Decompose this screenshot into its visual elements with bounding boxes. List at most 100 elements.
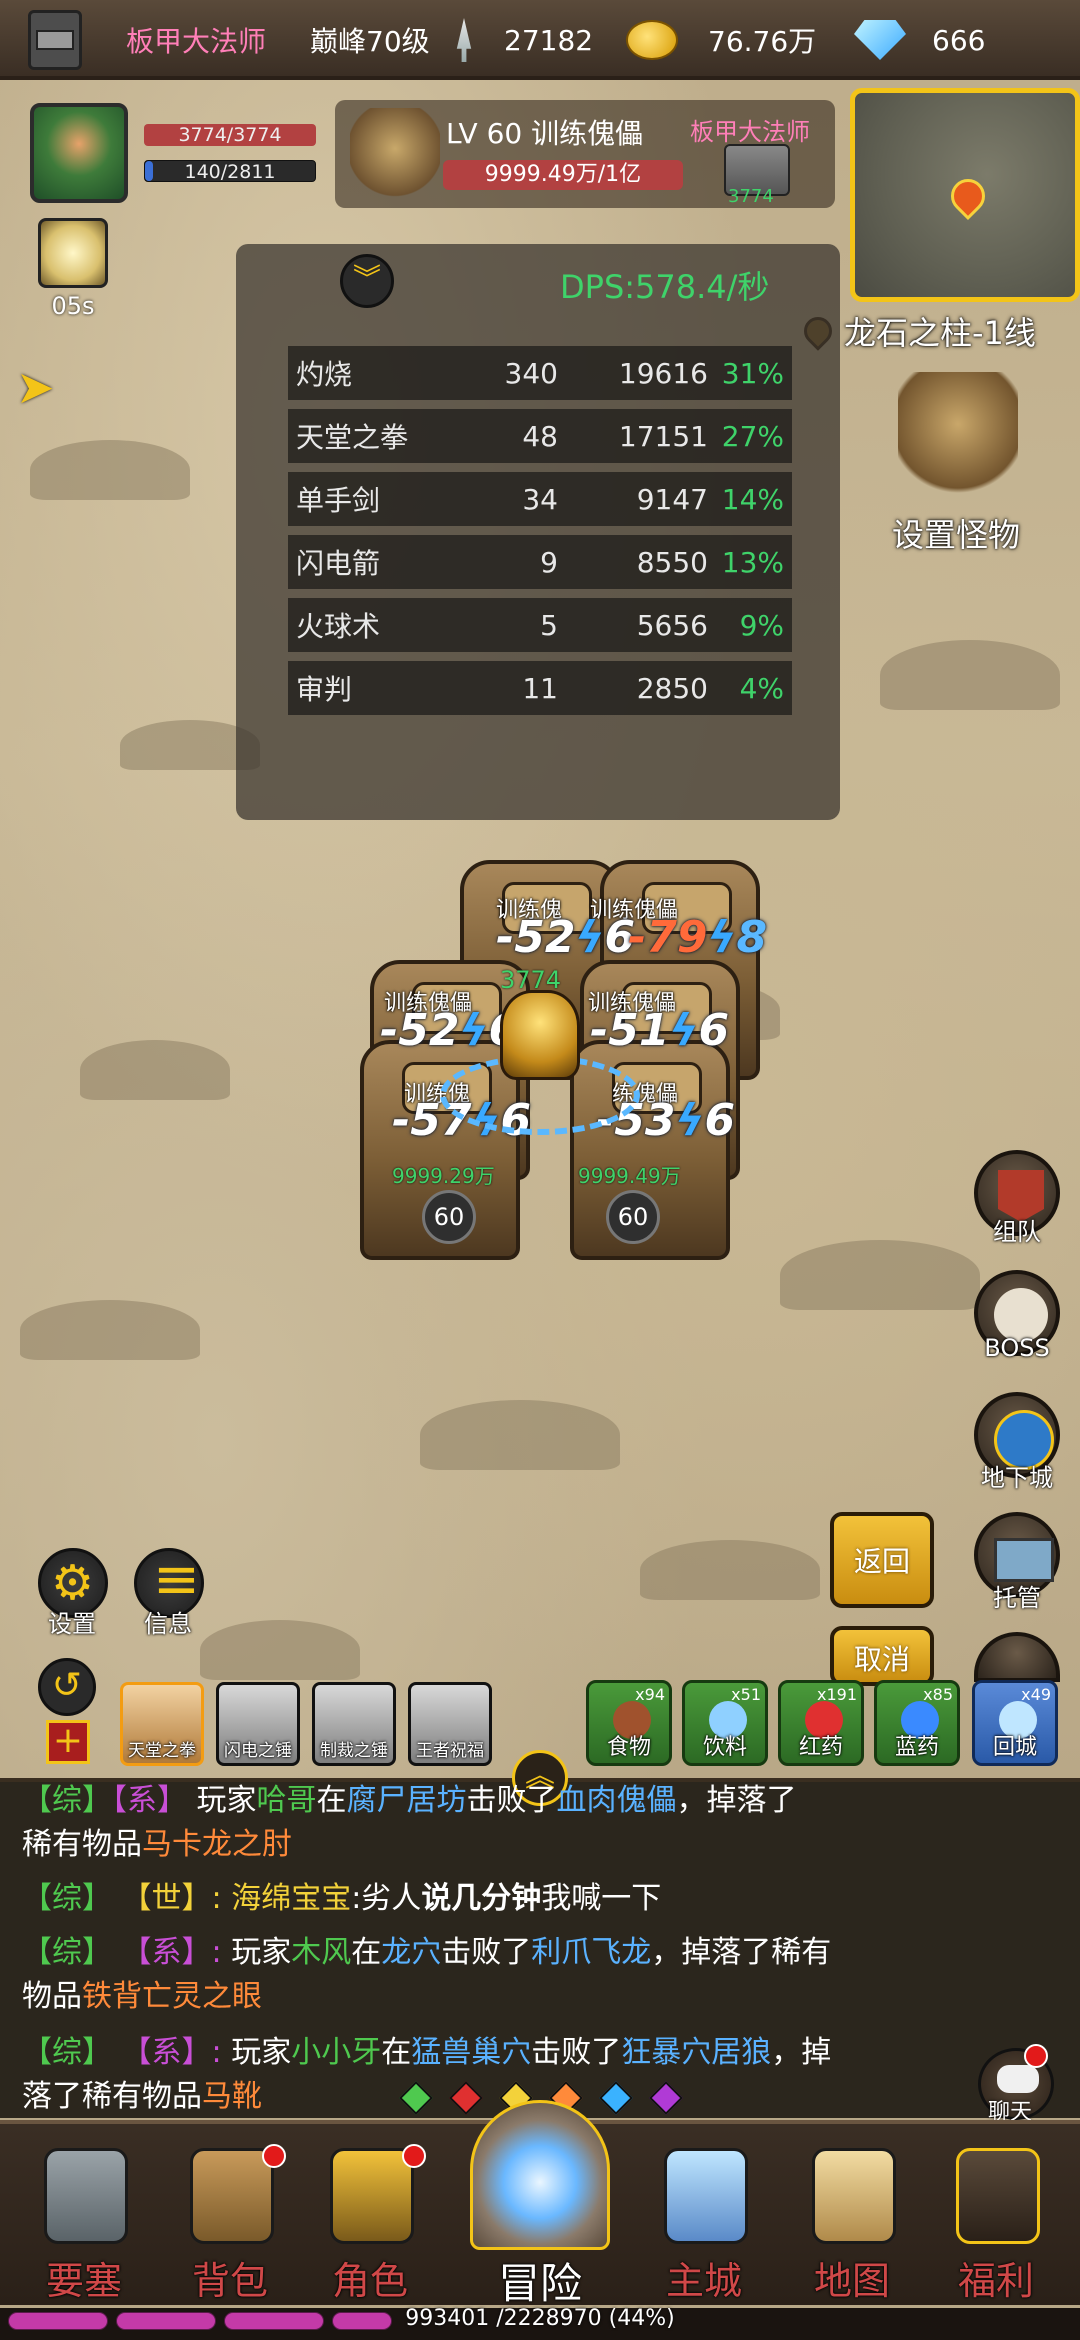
info-label: 信息 bbox=[144, 1610, 192, 1638]
chat-message: 稀有物品马卡龙之肘 bbox=[22, 1827, 292, 1862]
skill-percent: 4% bbox=[739, 671, 784, 705]
skill-percent: 14% bbox=[721, 482, 784, 516]
item-count: x51 bbox=[731, 1685, 761, 1704]
chat-message: 【综】【系】 玩家哈哥在腐尸居坊击败了血肉傀儡，掉落了 bbox=[22, 1784, 797, 1818]
helmet-icon bbox=[330, 2148, 414, 2244]
dps-value: DPS:578.4/秒 bbox=[560, 268, 770, 306]
skill-hits: 9 bbox=[540, 545, 558, 579]
fortress-icon bbox=[44, 2148, 128, 2244]
item-label: 饮料 bbox=[702, 1735, 747, 1760]
skill-hits: 11 bbox=[522, 671, 558, 705]
chat-message: 【综】 【系】: 玩家小小牙在猛兽巢穴击败了狂暴穴居狼，掉 bbox=[22, 2035, 832, 2070]
hero-mp-text: 140/2811 bbox=[184, 161, 276, 183]
combat-power-value: 27182 bbox=[504, 23, 594, 57]
skill-slot[interactable]: 王者祝福 bbox=[408, 1682, 492, 1766]
target-portrait[interactable] bbox=[350, 108, 440, 198]
item-count: x191 bbox=[816, 1685, 857, 1704]
table-row: 灼烧 340 19616 31% bbox=[288, 346, 792, 400]
skill-slot[interactable]: 天堂之拳 bbox=[120, 1682, 204, 1766]
location-text: 龙石之柱-1线 bbox=[844, 314, 1036, 352]
mp-potion-item[interactable]: x85 蓝药 bbox=[874, 1680, 960, 1766]
nav-label: 福利 bbox=[957, 2259, 1034, 2303]
food-item[interactable]: x94 食物 bbox=[586, 1680, 672, 1766]
target-hp-bar: 9999.49万/1亿 bbox=[443, 160, 683, 190]
minimap[interactable] bbox=[850, 88, 1080, 302]
dungeon-label: 地下城 bbox=[981, 1464, 1053, 1492]
boss-label: BOSS bbox=[984, 1334, 1050, 1362]
nav-label: 角色 bbox=[331, 2259, 408, 2303]
item-label: 蓝药 bbox=[894, 1735, 939, 1760]
table-row: 闪电箭 9 8550 13% bbox=[288, 535, 792, 589]
notification-dot bbox=[262, 2144, 286, 2168]
damage-number: -51ϟ6 bbox=[590, 1005, 730, 1056]
nav-label: 要塞 bbox=[45, 2259, 122, 2303]
skill-damage: 17151 bbox=[618, 419, 708, 453]
experience-text: 993401 /2228970 (44%) bbox=[405, 2306, 675, 2331]
skill-damage: 5656 bbox=[636, 608, 708, 642]
skill-name: 审判 bbox=[296, 673, 353, 706]
damage-number: -79ϟ8 bbox=[628, 912, 768, 963]
drink-item[interactable]: x51 饮料 bbox=[682, 1680, 768, 1766]
team-label: 组队 bbox=[993, 1218, 1041, 1246]
hero-portrait[interactable] bbox=[30, 103, 128, 203]
skill-slot[interactable]: 闪电之锤 bbox=[216, 1682, 300, 1766]
hp-potion-item[interactable]: x191 红药 bbox=[778, 1680, 864, 1766]
expand-arrow-icon[interactable]: ➤ bbox=[16, 360, 68, 414]
monster-level-badge: 60 bbox=[422, 1190, 476, 1244]
gold-value: 76.76万 bbox=[708, 25, 817, 58]
set-monster-button[interactable]: 设置怪物 bbox=[892, 510, 1020, 556]
player-name: 板甲大法师 bbox=[126, 25, 267, 58]
table-row: 天堂之拳 48 17151 27% bbox=[288, 409, 792, 463]
chat-message: 【综】 【世】: 海绵宝宝:劣人说几分钟我喊一下 bbox=[22, 1881, 662, 1916]
skill-slot[interactable]: 制裁之锤 bbox=[312, 1682, 396, 1766]
diamond-icon[interactable] bbox=[854, 20, 906, 60]
skill-damage: 19616 bbox=[618, 356, 708, 390]
refresh-icon[interactable]: ↺ bbox=[38, 1658, 96, 1716]
chat-message: 物品铁背亡灵之眼 bbox=[22, 1979, 262, 2014]
item-label: 回城 bbox=[992, 1735, 1037, 1760]
hero-sprite[interactable] bbox=[500, 990, 580, 1080]
skill-name: 灼烧 bbox=[296, 358, 353, 391]
set-monster-icon[interactable] bbox=[898, 372, 1018, 502]
skill-label: 天堂之拳 bbox=[128, 1741, 196, 1761]
gem-value: 666 bbox=[932, 23, 986, 57]
combat-power-icon bbox=[456, 18, 472, 62]
notification-dot bbox=[1024, 2044, 1048, 2068]
add-skill-button[interactable]: + bbox=[46, 1720, 90, 1764]
nav-map[interactable]: 地图 bbox=[792, 2140, 912, 2303]
back-button[interactable]: 返回 bbox=[830, 1512, 934, 1608]
skill-damage: 2850 bbox=[636, 671, 708, 705]
nav-adventure[interactable]: 冒险 bbox=[470, 2100, 610, 2308]
skill-name: 闪电箭 bbox=[296, 547, 381, 580]
nav-fortress[interactable]: 要塞 bbox=[24, 2140, 144, 2303]
damage-number: -52ϟ6 bbox=[380, 1005, 519, 1056]
cancel-button[interactable]: 取消 bbox=[830, 1626, 934, 1686]
collapse-chevron-icon[interactable]: ︾ bbox=[340, 254, 394, 308]
nav-welfare[interactable]: 福利 bbox=[936, 2140, 1056, 2303]
skill-name: 单手剑 bbox=[296, 484, 381, 517]
target-owner-name: 板甲大法师 bbox=[690, 118, 810, 146]
nav-label: 背包 bbox=[191, 2259, 268, 2303]
gold-icon[interactable] bbox=[626, 20, 678, 60]
nav-main-city[interactable]: 主城 bbox=[644, 2140, 764, 2303]
return-town-item[interactable]: x49 回城 bbox=[972, 1680, 1058, 1766]
chat-message: 【综】 【系】: 玩家木风在龙穴击败了利爪飞龙，掉落了稀有 bbox=[22, 1935, 832, 1970]
portal-gate-icon bbox=[470, 2100, 610, 2250]
nav-backpack[interactable]: 背包 bbox=[170, 2140, 290, 2303]
shield-buff-icon[interactable] bbox=[38, 218, 108, 288]
item-count: x94 bbox=[635, 1685, 665, 1704]
hero-mp-bar: 140/2811 bbox=[144, 160, 316, 183]
auto-battle-label: 托管 bbox=[993, 1584, 1041, 1612]
monster-hp-right: 9999.49万 bbox=[578, 1164, 681, 1188]
skill-damage: 9147 bbox=[636, 482, 708, 516]
damage-number: -52ϟ6 bbox=[496, 912, 636, 963]
skill-label: 王者祝福 bbox=[416, 1741, 484, 1761]
skill-hits: 5 bbox=[540, 608, 558, 642]
nav-label: 主城 bbox=[665, 2259, 742, 2303]
nav-character[interactable]: 角色 bbox=[310, 2140, 430, 2303]
skill-label: 闪电之锤 bbox=[224, 1741, 292, 1761]
monster-hp-left: 9999.29万 bbox=[392, 1164, 495, 1188]
map-marker-icon bbox=[943, 171, 993, 221]
monster-level-badge: 60 bbox=[606, 1190, 660, 1244]
skill-hits: 48 bbox=[522, 419, 558, 453]
